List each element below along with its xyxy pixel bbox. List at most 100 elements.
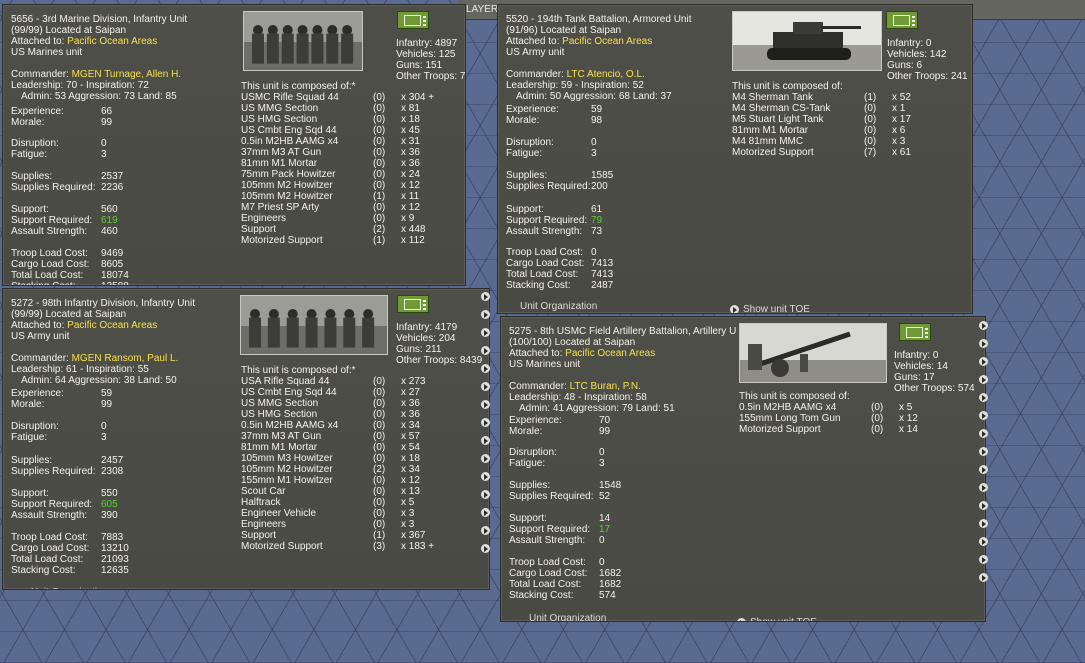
arrow-right-icon[interactable] xyxy=(481,454,490,463)
device-row[interactable]: 105mm M2 Howitzer (0) x 12 xyxy=(241,180,461,191)
unit-panel-8th-usmc-field-artillery[interactable]: 5275 - 8th USMC Field Artillery Battalio… xyxy=(500,316,986,622)
device-quantity: x 112 xyxy=(401,235,425,246)
device-row[interactable]: Engineers (0) x 9 xyxy=(241,213,461,224)
device-row[interactable]: Engineer Vehicle (0) x 3 xyxy=(241,508,461,519)
arrow-right-icon[interactable] xyxy=(979,429,988,438)
arrow-right-icon[interactable] xyxy=(481,418,490,427)
device-row[interactable]: M4 Sherman CS-Tank (0) x 1 xyxy=(732,103,952,114)
show-unit-toe-link[interactable]: Show unit TOE xyxy=(737,617,817,621)
device-row[interactable]: 37mm M3 AT Gun (0) x 36 xyxy=(241,147,461,158)
device-row[interactable]: 37mm M3 AT Gun (0) x 57 xyxy=(241,431,461,442)
device-name: Halftrack xyxy=(241,497,281,508)
device-row[interactable]: 0.5in M2HB AAMG x4 (0) x 34 xyxy=(241,420,461,431)
attached-hq-link[interactable]: Pacific Ocean Areas xyxy=(565,348,655,359)
device-row[interactable]: Motorized Support (1) x 112 xyxy=(241,235,461,246)
unit-type-icon[interactable] xyxy=(899,323,931,341)
device-quantity: x 31 xyxy=(401,136,420,147)
commander-link[interactable]: MGEN Turnage, Allen H. xyxy=(72,69,182,80)
arrow-right-icon[interactable] xyxy=(979,375,988,384)
arrow-right-icon[interactable] xyxy=(481,310,490,319)
device-row[interactable]: M5 Stuart Light Tank (0) x 17 xyxy=(732,114,952,125)
commander-link[interactable]: LTC Atencio, O.L. xyxy=(567,69,645,80)
attached-hq-link[interactable]: Pacific Ocean Areas xyxy=(67,320,157,331)
attached-hq-link[interactable]: Pacific Ocean Areas xyxy=(67,36,157,47)
unit-type-icon[interactable] xyxy=(397,11,429,29)
arrow-right-icon[interactable] xyxy=(481,292,490,301)
device-row[interactable]: M7 Priest SP Arty (0) x 12 xyxy=(241,202,461,213)
arrow-right-icon[interactable] xyxy=(481,544,490,553)
unit-organization-link[interactable]: Unit Organization xyxy=(31,587,108,589)
device-detail-buttons-right xyxy=(979,321,989,591)
unit-panel-194th-tank-battalion[interactable]: 5520 - 194th Tank Battalion, Armored Uni… xyxy=(497,4,973,314)
arrow-right-icon[interactable] xyxy=(481,508,490,517)
arrow-right-icon[interactable] xyxy=(481,400,490,409)
device-row[interactable]: USMC Rifle Squad 44 (0) x 304 + xyxy=(241,92,461,103)
arrow-right-icon[interactable] xyxy=(979,447,988,456)
arrow-right-icon[interactable] xyxy=(979,483,988,492)
arrow-right-icon[interactable] xyxy=(481,436,490,445)
arrow-right-icon[interactable] xyxy=(481,472,490,481)
device-row[interactable]: Motorized Support (7) x 61 xyxy=(732,147,952,158)
arrow-right-icon[interactable] xyxy=(979,501,988,510)
device-row[interactable]: Motorized Support (0) x 14 xyxy=(739,424,959,435)
device-row[interactable]: Support (1) x 367 xyxy=(241,530,461,541)
device-row[interactable]: US MMG Section (0) x 81 xyxy=(241,103,461,114)
commander-link[interactable]: LTC Buran, P.N. xyxy=(570,381,641,392)
arrow-right-icon[interactable] xyxy=(979,573,988,582)
device-row[interactable]: 105mm M2 Howitzer (2) x 34 xyxy=(241,464,461,475)
device-row[interactable]: Support (2) x 448 xyxy=(241,224,461,235)
device-row[interactable]: 105mm M3 Howitzer (0) x 18 xyxy=(241,453,461,464)
arrow-right-icon[interactable] xyxy=(979,339,988,348)
device-row[interactable]: M4 81mm MMC (0) x 3 xyxy=(732,136,952,147)
arrow-right-icon[interactable] xyxy=(979,537,988,546)
arrow-right-icon[interactable] xyxy=(481,382,490,391)
arrow-right-icon[interactable] xyxy=(979,519,988,528)
device-row[interactable]: US Cmbt Eng Sqd 44 (0) x 45 xyxy=(241,125,461,136)
attached-hq-link[interactable]: Pacific Ocean Areas xyxy=(562,36,652,47)
device-row[interactable]: M4 Sherman Tank (1) x 52 xyxy=(732,92,952,103)
device-row[interactable]: 0.5in M2HB AAMG x4 (0) x 5 xyxy=(739,402,959,413)
unit-organization-link[interactable]: Unit Organization xyxy=(529,613,606,621)
device-row[interactable]: 81mm M1 Mortar (0) x 36 xyxy=(241,158,461,169)
arrow-right-icon[interactable] xyxy=(979,465,988,474)
device-row[interactable]: Engineers (0) x 3 xyxy=(241,519,461,530)
arrow-right-icon[interactable] xyxy=(979,321,988,330)
commander-link[interactable]: MGEN Ransom, Paul L. xyxy=(72,353,179,364)
arrow-right-icon[interactable] xyxy=(979,555,988,564)
arrow-right-icon[interactable] xyxy=(979,411,988,420)
device-row[interactable]: Scout Car (0) x 13 xyxy=(241,486,461,497)
device-row[interactable]: 105mm M2 Howitzer (1) x 11 xyxy=(241,191,461,202)
device-row[interactable]: USA Rifle Squad 44 (0) x 273 xyxy=(241,376,461,387)
unit-type-icon[interactable] xyxy=(397,295,429,313)
arrow-right-icon[interactable] xyxy=(979,393,988,402)
device-name: 0.5in M2HB AAMG x4 xyxy=(241,136,339,147)
unit-organization-link[interactable]: Unit Organization xyxy=(520,301,597,312)
unit-panel-98th-infantry-division[interactable]: 5272 - 98th Infantry Division, Infantry … xyxy=(2,288,490,590)
device-row[interactable]: US Cmbt Eng Sqd 44 (0) x 27 xyxy=(241,387,461,398)
summary-guns: Guns: 6 xyxy=(887,60,923,71)
unit-panel-3rd-marine-division[interactable]: 5656 - 3rd Marine Division, Infantry Uni… xyxy=(2,4,466,286)
device-row[interactable]: US HMG Section (0) x 36 xyxy=(241,409,461,420)
device-row[interactable]: 81mm M1 Mortar (0) x 6 xyxy=(732,125,952,136)
device-row[interactable]: 81mm M1 Mortar (0) x 54 xyxy=(241,442,461,453)
arrow-right-icon[interactable] xyxy=(481,490,490,499)
device-row[interactable]: 0.5in M2HB AAMG x4 (0) x 31 xyxy=(241,136,461,147)
arrow-right-icon[interactable] xyxy=(481,364,490,373)
stat-label-cargo-load-cost: Cargo Load Cost: xyxy=(11,543,90,554)
device-row[interactable]: US HMG Section (0) x 18 xyxy=(241,114,461,125)
device-row[interactable]: 155mm M1 Howitzer (0) x 12 xyxy=(241,475,461,486)
device-row[interactable]: 75mm Pack Howitzer (0) x 24 xyxy=(241,169,461,180)
unit-type-icon[interactable] xyxy=(886,11,918,29)
device-damaged: (0) xyxy=(373,442,386,453)
arrow-right-icon[interactable] xyxy=(481,328,490,337)
arrow-right-icon[interactable] xyxy=(481,526,490,535)
device-damaged: (0) xyxy=(864,125,877,136)
device-row[interactable]: 155mm Long Tom Gun (0) x 12 xyxy=(739,413,959,424)
arrow-right-icon[interactable] xyxy=(979,357,988,366)
device-row[interactable]: Motorized Support (3) x 183 + xyxy=(241,541,461,552)
device-name: US Cmbt Eng Sqd 44 xyxy=(241,125,337,136)
device-row[interactable]: Halftrack (0) x 5 xyxy=(241,497,461,508)
device-row[interactable]: US MMG Section (0) x 36 xyxy=(241,398,461,409)
arrow-right-icon[interactable] xyxy=(481,346,490,355)
show-unit-toe-link[interactable]: Show unit TOE xyxy=(730,304,810,313)
